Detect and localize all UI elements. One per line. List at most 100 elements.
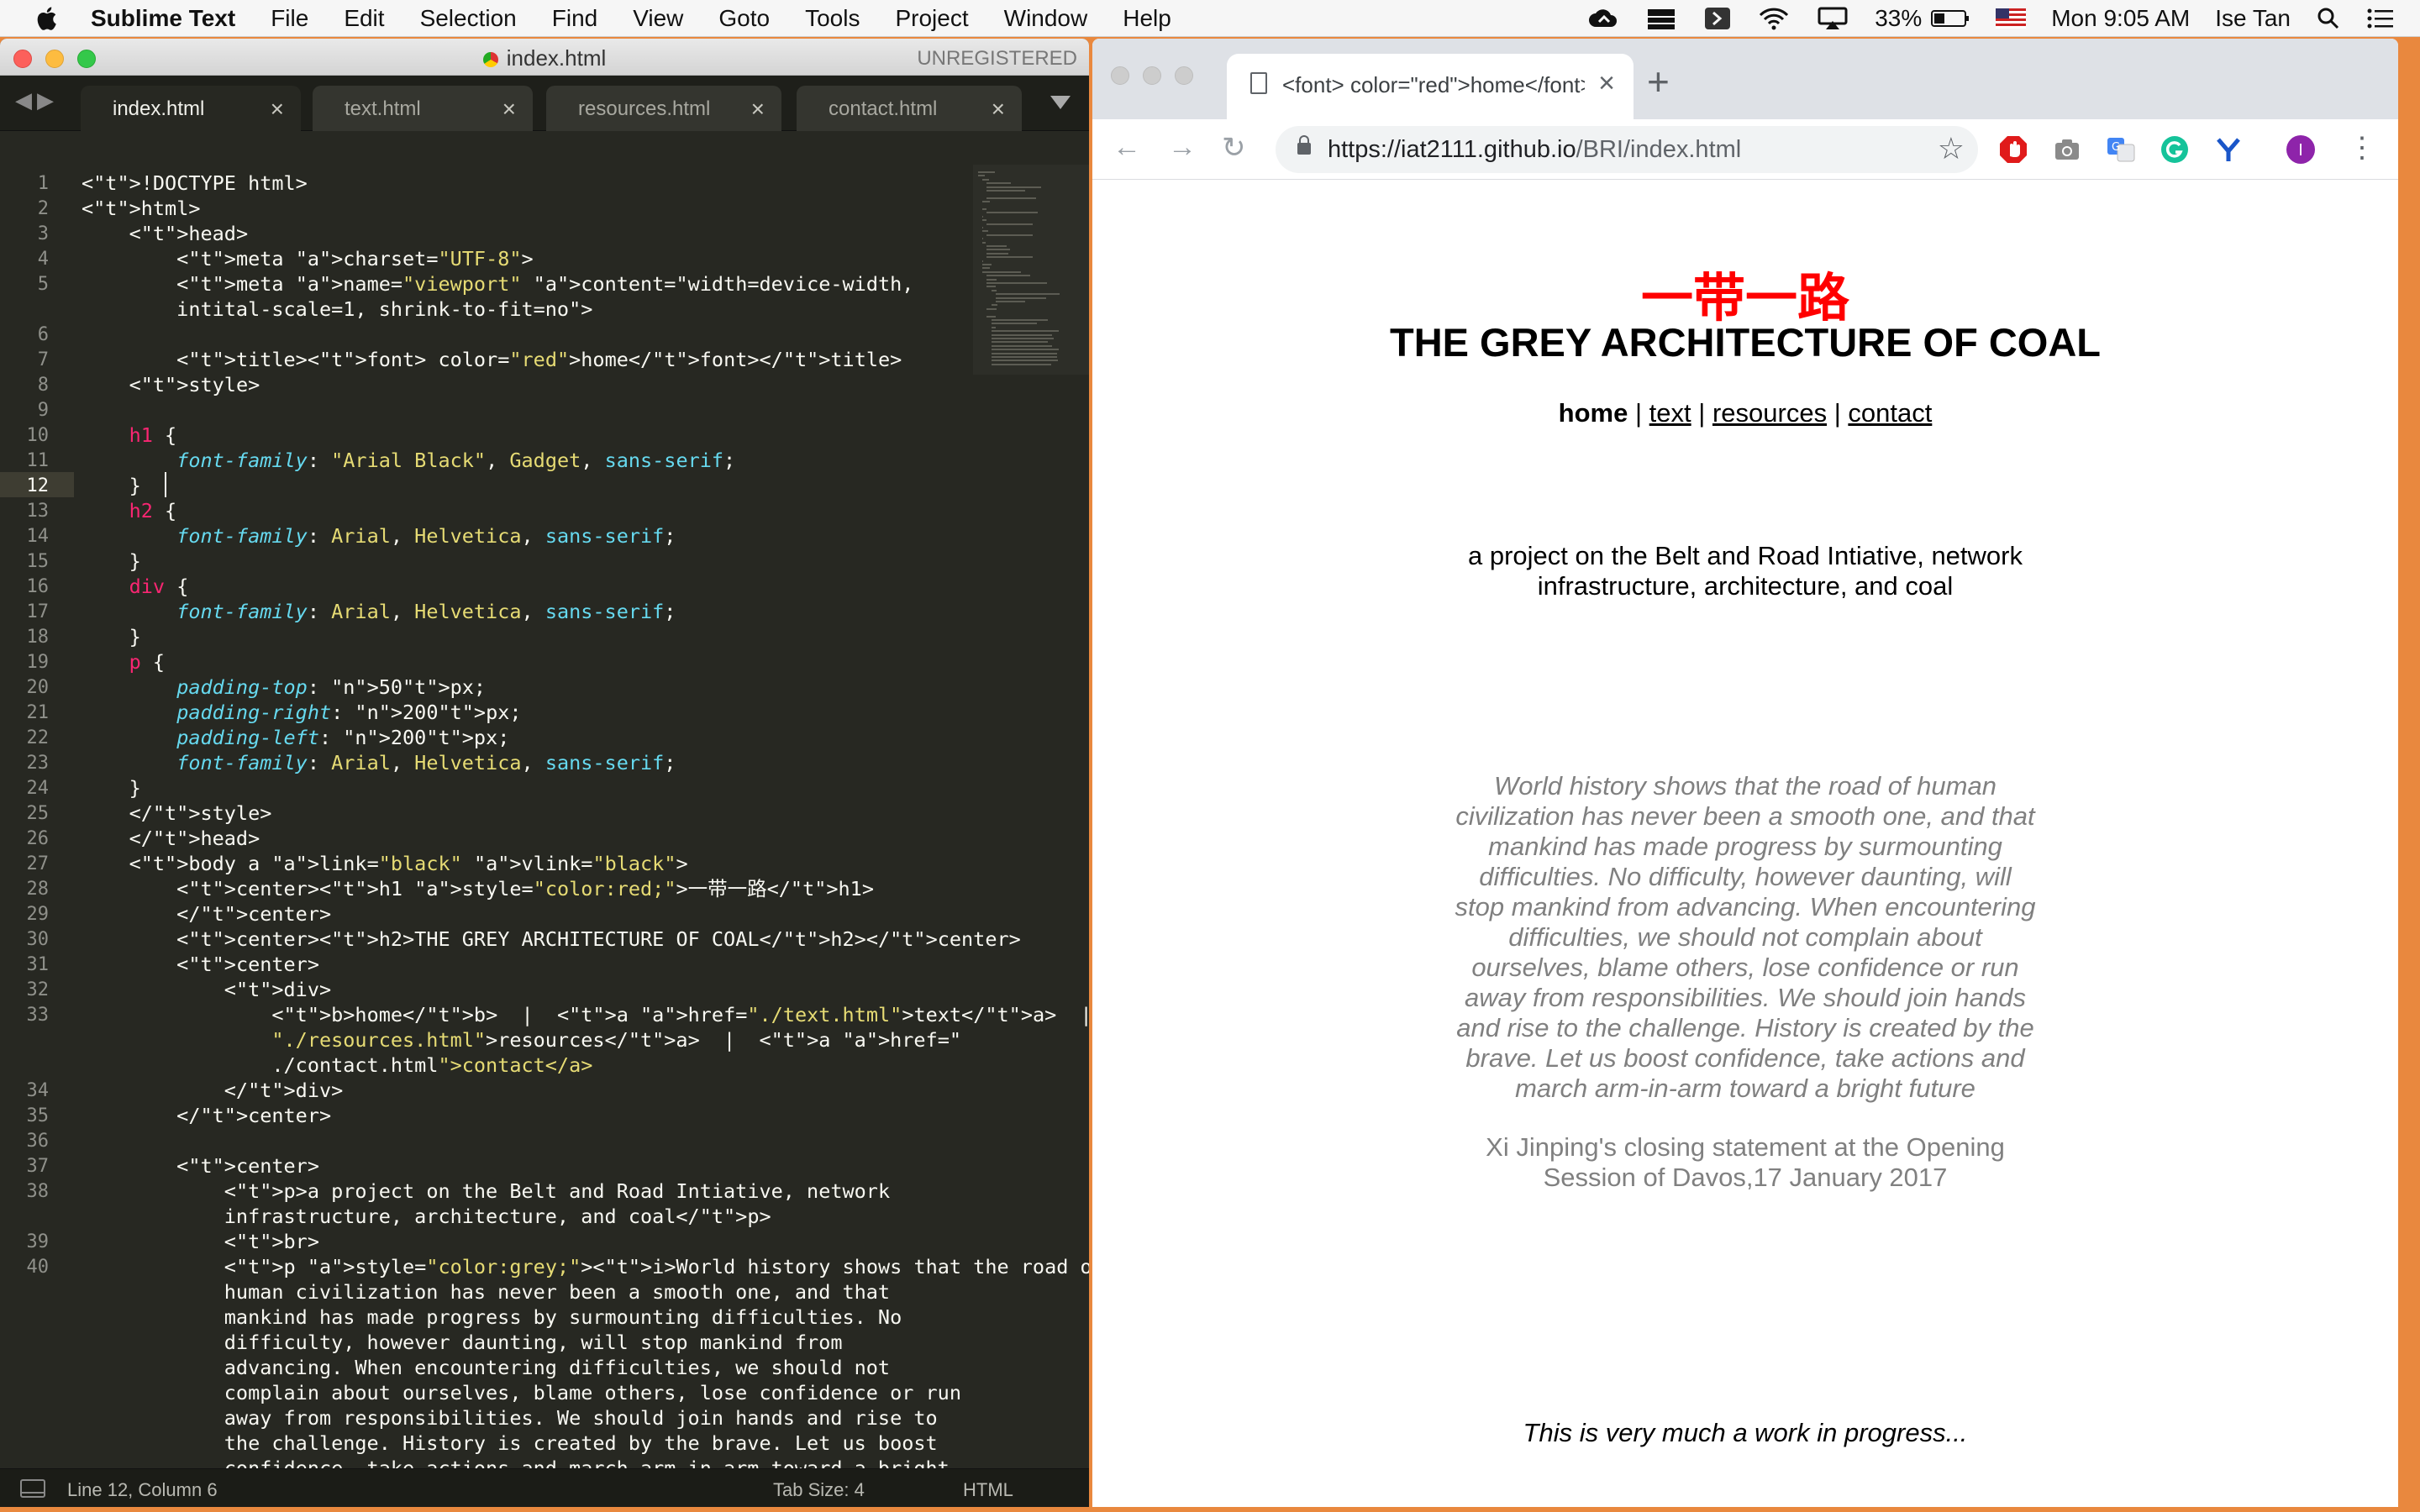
code-line[interactable]: h1 { bbox=[82, 423, 177, 448]
menu-goto[interactable]: Goto bbox=[718, 5, 770, 32]
minimap[interactable] bbox=[973, 165, 1089, 375]
back-arrow-icon[interactable]: ← bbox=[1113, 131, 1141, 164]
minimize-window-button[interactable] bbox=[1143, 66, 1161, 85]
reload-icon[interactable]: ↻ bbox=[1222, 131, 1246, 165]
clock[interactable]: Mon 9:05 AM bbox=[2051, 5, 2190, 32]
scroll-app-icon[interactable] bbox=[1703, 6, 1732, 31]
code-line[interactable]: } bbox=[82, 549, 141, 574]
menu-file[interactable]: File bbox=[271, 5, 308, 32]
code-line[interactable]: <"t">html> bbox=[82, 196, 201, 221]
y-extension-icon[interactable] bbox=[2213, 134, 2244, 165]
wifi-icon[interactable] bbox=[1757, 6, 1791, 31]
code-line[interactable]: <"t">style> bbox=[82, 372, 260, 397]
panel-toggle-icon[interactable] bbox=[20, 1479, 45, 1498]
menu-edit[interactable]: Edit bbox=[344, 5, 384, 32]
code-line[interactable]: font-family: Arial, Helvetica, sans-seri… bbox=[82, 523, 676, 549]
code-line[interactable]: <"t">meta "a">charset="UTF-8"> bbox=[82, 246, 534, 271]
menu-project[interactable]: Project bbox=[895, 5, 968, 32]
menu-window[interactable]: Window bbox=[1004, 5, 1088, 32]
code-line[interactable]: h2 { bbox=[82, 498, 177, 523]
profile-avatar[interactable]: I bbox=[2286, 134, 2316, 165]
code-line[interactable]: </"t">style> bbox=[82, 801, 272, 826]
code-line[interactable]: <"t">p>a project on the Belt and Road In… bbox=[82, 1179, 890, 1204]
code-line[interactable]: <"t">br> bbox=[82, 1229, 319, 1254]
tab-dropdown-icon[interactable] bbox=[1050, 96, 1071, 109]
code-line[interactable]: human civilization has never been a smoo… bbox=[82, 1279, 890, 1305]
code-line[interactable]: <"t">head> bbox=[82, 221, 249, 246]
code-line[interactable]: p { bbox=[82, 649, 165, 675]
user-name[interactable]: Ise Tan bbox=[2215, 5, 2291, 32]
code-line[interactable]: } bbox=[82, 775, 141, 801]
code-line[interactable]: </"t">div> bbox=[82, 1078, 344, 1103]
code-line[interactable]: <"t">body a "a">link="black" "a">vlink="… bbox=[82, 851, 688, 876]
nav-link-contact[interactable]: contact bbox=[1848, 398, 1932, 428]
code-line[interactable]: away from responsibilities. We should jo… bbox=[82, 1405, 938, 1431]
battery-icon[interactable] bbox=[1930, 8, 1970, 29]
zoom-window-button[interactable] bbox=[1175, 66, 1193, 85]
tab-resources-html[interactable]: resources.html × bbox=[546, 86, 781, 131]
code-line[interactable]: advancing. When encountering difficultie… bbox=[82, 1355, 890, 1380]
code-line[interactable]: padding-right: "n">200"t">px; bbox=[82, 700, 521, 725]
archive-icon[interactable] bbox=[1644, 6, 1678, 31]
google-translate-icon[interactable]: G bbox=[2106, 134, 2136, 165]
code-line[interactable]: difficulty, however daunting, will stop … bbox=[82, 1330, 843, 1355]
grammarly-icon[interactable] bbox=[2160, 134, 2190, 165]
airplay-icon[interactable] bbox=[1816, 6, 1849, 31]
code-line[interactable]: } bbox=[82, 624, 141, 649]
tab-index-html[interactable]: index.html × bbox=[81, 86, 301, 131]
menu-tools[interactable]: Tools bbox=[805, 5, 860, 32]
code-line[interactable]: <"t">center> bbox=[82, 952, 319, 977]
close-tab-icon[interactable]: × bbox=[271, 96, 284, 123]
tab-contact-html[interactable]: contact.html × bbox=[797, 86, 1022, 131]
code-line[interactable]: </"t">center> bbox=[82, 901, 331, 927]
code-line[interactable]: <"t">title><"t">font> color="red">home</… bbox=[82, 347, 902, 372]
notification-center-icon[interactable] bbox=[2366, 8, 2395, 29]
code-line[interactable]: intital-scale=1, shrink-to-fit=no"> bbox=[82, 297, 592, 322]
code-line[interactable]: div { bbox=[82, 574, 189, 599]
creative-cloud-icon[interactable] bbox=[1587, 7, 1619, 30]
code-line[interactable]: the challenge. History is created by the… bbox=[82, 1431, 938, 1456]
close-tab-icon[interactable]: × bbox=[502, 96, 516, 123]
close-tab-icon[interactable]: × bbox=[1598, 67, 1615, 100]
forward-arrow-icon[interactable]: → bbox=[1168, 131, 1197, 164]
code-line[interactable]: <"t">center><"t">h1 "a">style="color:red… bbox=[82, 876, 874, 901]
web-page-viewport[interactable]: 一带一路 THE GREY ARCHITECTURE OF COAL home … bbox=[1092, 180, 2398, 1507]
code-line[interactable]: <"t">center> bbox=[82, 1153, 319, 1179]
code-line[interactable]: <"t">b>home</"t">b> | <"t">a "a">href=".… bbox=[82, 1002, 1089, 1027]
menu-find[interactable]: Find bbox=[552, 5, 597, 32]
code-line[interactable]: font-family: Arial, Helvetica, sans-seri… bbox=[82, 750, 676, 775]
sublime-titlebar[interactable]: index.html UNREGISTERED bbox=[0, 39, 1089, 76]
menu-view[interactable]: View bbox=[633, 5, 683, 32]
close-tab-icon[interactable]: × bbox=[992, 96, 1005, 123]
nav-link-text[interactable]: text bbox=[1649, 398, 1691, 428]
code-line[interactable]: "./resources.html">resources</"t">a> | <… bbox=[82, 1027, 961, 1053]
new-tab-button[interactable]: + bbox=[1647, 59, 1670, 104]
menu-selection[interactable]: Selection bbox=[420, 5, 517, 32]
code-line[interactable]: padding-top: "n">50"t">px; bbox=[82, 675, 486, 700]
code-line[interactable]: infrastructure, architecture, and coal</… bbox=[82, 1204, 771, 1229]
nav-link-resources[interactable]: resources bbox=[1712, 398, 1827, 428]
close-window-button[interactable] bbox=[1111, 66, 1129, 85]
code-line[interactable]: ./contact.html">contact</a> bbox=[82, 1053, 592, 1078]
close-tab-icon[interactable]: × bbox=[751, 96, 765, 123]
adblock-extension-icon[interactable] bbox=[1998, 134, 2028, 165]
code-line[interactable]: mankind has made progress by surmounting… bbox=[82, 1305, 902, 1330]
code-line[interactable]: complain about ourselves, blame others, … bbox=[82, 1380, 961, 1405]
bookmark-star-icon[interactable]: ☆ bbox=[1938, 131, 1965, 166]
tab-size[interactable]: Tab Size: 4 bbox=[773, 1479, 865, 1501]
cursor-position[interactable]: Line 12, Column 6 bbox=[67, 1479, 218, 1501]
lock-icon[interactable] bbox=[1297, 135, 1311, 155]
spotlight-search-icon[interactable] bbox=[2316, 6, 2341, 31]
syntax-mode[interactable]: HTML bbox=[963, 1479, 1013, 1501]
code-line[interactable]: <"t">!DOCTYPE html> bbox=[82, 171, 308, 196]
tab-nav-arrows[interactable]: ◀▶ bbox=[15, 87, 59, 113]
url-text[interactable]: https://iat2111.github.io/BRI/index.html bbox=[1328, 136, 1741, 164]
code-line[interactable]: </"t">center> bbox=[82, 1103, 331, 1128]
us-flag-icon[interactable] bbox=[1996, 8, 2027, 29]
code-line[interactable]: <"t">meta "a">name="viewport" "a">conten… bbox=[82, 271, 913, 297]
address-bar[interactable]: https://iat2111.github.io/BRI/index.html… bbox=[1276, 126, 1978, 173]
code-line[interactable]: padding-left: "n">200"t">px; bbox=[82, 725, 509, 750]
code-line[interactable]: <"t">center><"t">h2>THE GREY ARCHITECTUR… bbox=[82, 927, 1021, 952]
camera-extension-icon[interactable] bbox=[2052, 134, 2082, 165]
code-line[interactable]: font-family: "Arial Black", Gadget, sans… bbox=[82, 448, 735, 473]
